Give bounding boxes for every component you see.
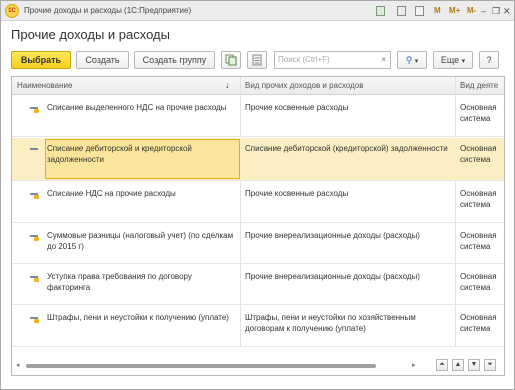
go-down-button[interactable]: ▼	[468, 359, 480, 371]
horizontal-scrollbar[interactable]: ◂ ▸	[12, 359, 432, 371]
calendar-icon[interactable]	[415, 6, 424, 16]
row-name: Списание дебиторской и кредиторской задо…	[47, 144, 192, 164]
data-table: Наименование ↓ Вид прочих доходов и расх…	[11, 76, 505, 376]
page-title: Прочие доходы и расходы	[11, 27, 170, 42]
column-header-kind[interactable]: Вид прочих доходов и расходов	[245, 81, 364, 90]
table-header: Наименование ↓ Вид прочих доходов и расх…	[12, 77, 504, 95]
item-icon	[30, 146, 38, 152]
row-kind: Прочие внереализационные доходы (расходы…	[245, 272, 420, 281]
column-header-name[interactable]: Наименование	[17, 81, 72, 90]
copy-icon	[225, 54, 237, 66]
item-icon	[30, 191, 39, 199]
sort-arrow-icon[interactable]: ↓	[225, 80, 230, 90]
memory-m-button[interactable]: M	[434, 5, 441, 17]
row-name: Списание НДС на прочие расходы	[47, 189, 176, 198]
row-name: Списание выделенного НДС на прочие расхо…	[47, 103, 227, 112]
restore-button[interactable]: ❐	[492, 5, 500, 17]
choose-button[interactable]: Выбрать	[11, 51, 71, 69]
item-icon	[30, 105, 39, 113]
table-row[interactable]: Списание НДС на прочие расходы Прочие ко…	[12, 182, 504, 223]
row-activity: Основная система	[460, 103, 497, 123]
title-bar: 1С Прочие доходы и расходы (1С:Предприят…	[1, 1, 514, 21]
list-settings-button[interactable]	[247, 51, 267, 69]
row-kind: Списание дебиторской (кредиторской) задо…	[245, 144, 448, 153]
table-row[interactable]: Суммовые разницы (налоговый учет) (по сд…	[12, 224, 504, 264]
item-icon	[30, 233, 39, 241]
row-kind: Прочие внереализационные доходы (расходы…	[245, 231, 420, 240]
search-placeholder: Поиск (Ctrl+F)	[278, 55, 330, 64]
column-header-activity[interactable]: Вид деяте	[460, 81, 498, 90]
memory-minus-button[interactable]: M-	[467, 5, 476, 17]
search-clear-icon[interactable]: ×	[381, 55, 386, 64]
row-name: Суммовые разницы (налоговый учет) (по сд…	[47, 231, 234, 251]
row-activity: Основная система	[460, 231, 497, 251]
more-label: Еще	[440, 55, 460, 65]
app-window: 1С Прочие доходы и расходы (1С:Предприят…	[0, 0, 515, 390]
row-kind: Прочие косвенные расходы	[245, 103, 349, 112]
item-icon	[30, 315, 39, 323]
close-button[interactable]: ✕	[503, 5, 511, 17]
list-icon	[252, 54, 262, 66]
calculator-icon[interactable]	[397, 6, 406, 16]
app-logo-icon: 1С	[5, 4, 19, 18]
scroll-left-icon[interactable]: ◂	[16, 361, 20, 369]
find-button[interactable]: ⚲ ▾	[397, 51, 427, 69]
row-name: Штрафы, пени и неустойки к получению (уп…	[47, 313, 229, 322]
search-icon: ⚲	[405, 55, 413, 65]
row-activity: Основная система	[460, 144, 497, 164]
row-name: Уступка права требования по договору фак…	[47, 272, 192, 292]
go-up-button[interactable]: ▲	[452, 359, 464, 371]
table-row[interactable]: Штрафы, пени и неустойки к получению (уп…	[12, 306, 504, 347]
search-input[interactable]: Поиск (Ctrl+F) ×	[274, 51, 391, 69]
table-row[interactable]: Списание выделенного НДС на прочие расхо…	[12, 96, 504, 137]
table-row-selected[interactable]: Списание дебиторской и кредиторской задо…	[12, 138, 504, 181]
create-button[interactable]: Создать	[76, 51, 129, 69]
go-first-button[interactable]: ⏶	[436, 359, 448, 371]
row-activity: Основная система	[460, 313, 497, 333]
more-button[interactable]: Еще ▾	[433, 51, 473, 69]
table-row[interactable]: Уступка права требования по договору фак…	[12, 265, 504, 305]
scrollbar-thumb[interactable]	[26, 364, 376, 368]
go-last-button[interactable]: ⏷	[484, 359, 496, 371]
row-kind: Прочие косвенные расходы	[245, 189, 349, 198]
row-activity: Основная система	[460, 189, 497, 209]
create-group-button[interactable]: Создать группу	[134, 51, 215, 69]
minimize-button[interactable]: –	[481, 5, 486, 17]
memory-plus-button[interactable]: M+	[449, 5, 460, 17]
copy-button[interactable]	[221, 51, 241, 69]
chevron-down-icon: ▾	[414, 58, 419, 65]
row-kind: Штрафы, пени и неустойки по хозяйственны…	[245, 313, 416, 333]
help-button[interactable]: ?	[479, 51, 499, 69]
chevron-down-icon: ▾	[461, 58, 466, 65]
scroll-right-icon[interactable]: ▸	[412, 361, 416, 369]
row-activity: Основная система	[460, 272, 497, 292]
item-icon	[30, 274, 39, 282]
grid-icon[interactable]	[376, 6, 385, 16]
window-title: Прочие доходы и расходы (1С:Предприятие)	[24, 6, 192, 15]
